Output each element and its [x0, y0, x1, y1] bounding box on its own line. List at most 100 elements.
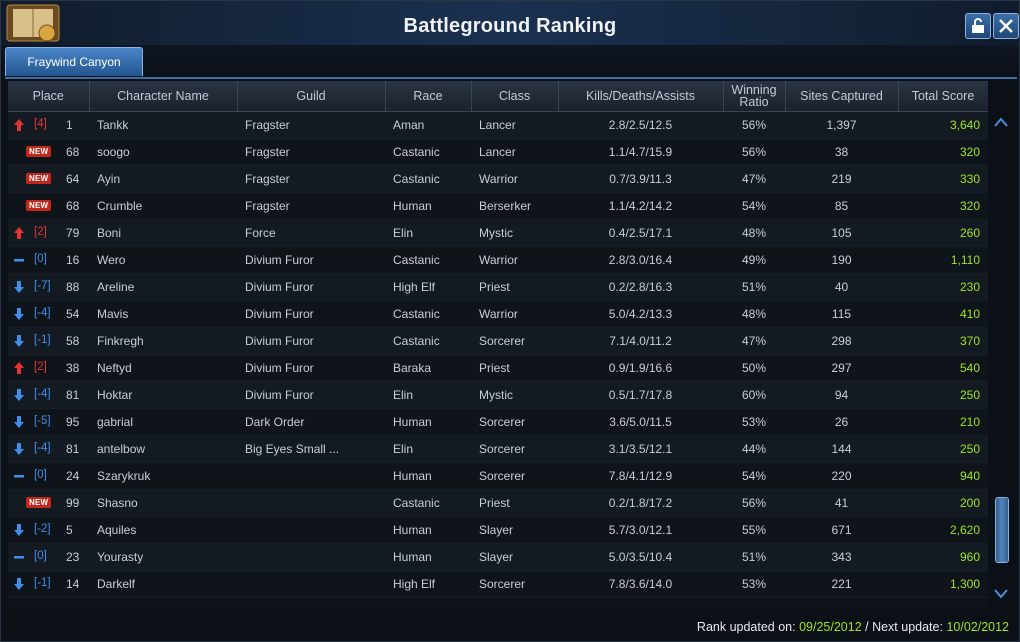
header-kda[interactable]: Kills/Deaths/Assists	[558, 81, 724, 112]
guild-cell: Fragster	[237, 138, 385, 166]
winning-ratio-cell: 51%	[723, 273, 785, 301]
kda-cell: 3.6/5.0/11.5	[558, 408, 723, 436]
class-cell: Warrior	[471, 165, 558, 193]
rank-change: [0]	[34, 469, 47, 481]
header-place[interactable]: Place	[8, 81, 90, 112]
winning-ratio-cell: 56%	[723, 138, 785, 166]
scroll-down-icon[interactable]	[994, 589, 1008, 599]
character-name-cell: Ayin	[89, 165, 237, 193]
table-row[interactable]: NEW 68 soogo Fragster Castanic Lancer 1.1/4.7/…	[8, 138, 988, 166]
rank-updated-label: Rank updated on:	[696, 620, 800, 634]
header-winning-ratio[interactable]: Winning Ratio	[723, 81, 786, 112]
sites-captured-cell: 40	[785, 273, 898, 301]
guild-cell: Divium Furor	[237, 381, 385, 409]
table-row[interactable]: NEW 99 Shasno Castanic Priest 0.2/1.8/17.2 56%…	[8, 489, 988, 517]
sites-captured-cell: 298	[785, 327, 898, 355]
table-row[interactable]: [2] 38 Neftyd Divium Furor Baraka Priest 0.9/1…	[8, 354, 988, 382]
winning-ratio-cell: 53%	[723, 408, 785, 436]
race-cell: Human	[385, 516, 471, 544]
table-row[interactable]: [-4] 81 antelbow Big Eyes Small ... Elin Sorc…	[8, 435, 988, 463]
character-name-cell: Mavis	[89, 300, 237, 328]
table-row[interactable]: [-1] 58 Finkregh Divium Furor Castanic Sorcer…	[8, 327, 988, 355]
kda-cell: 5.0/3.5/10.4	[558, 543, 723, 571]
sites-captured-cell: 85	[785, 192, 898, 220]
table-row[interactable]: [-4] 54 Mavis Divium Furor Castanic Warrior 5.…	[8, 300, 988, 328]
place-cell: [-5] 95	[8, 408, 89, 436]
sites-captured-cell: 219	[785, 165, 898, 193]
class-cell: Priest	[471, 489, 558, 517]
header-character-name[interactable]: Character Name	[89, 81, 238, 112]
winning-ratio-cell: 54%	[723, 462, 785, 490]
guild-cell: Big Eyes Small ...	[237, 435, 385, 463]
race-cell: Castanic	[385, 489, 471, 517]
place-number: 81	[66, 442, 80, 456]
table-row[interactable]: [-2] 5 Aquiles Human Slayer 5.7/3.0/12.1 55% 67…	[8, 516, 988, 544]
table-row[interactable]: [4] 1 Tankk Fragster Aman Lancer 2.8/2.5/12.5 5…	[8, 111, 988, 139]
guild-cell	[237, 516, 385, 544]
scrollbar[interactable]	[992, 111, 1010, 611]
table-row[interactable]: [-7] 88 Areline Divium Furor High Elf Priest 0…	[8, 273, 988, 301]
winning-ratio-cell: 48%	[723, 300, 785, 328]
character-name-cell: Wero	[89, 246, 237, 274]
kda-cell: 0.9/1.9/16.6	[558, 354, 723, 382]
table-row[interactable]: [-4] 81 Hoktar Divium Furor Elin Mystic 0.5/1.…	[8, 381, 988, 409]
kda-cell: 1.1/4.7/15.9	[558, 138, 723, 166]
race-cell: Human	[385, 543, 471, 571]
footer: Rank updated on: 09/25/2012 / Next updat…	[1, 613, 1019, 641]
rank-change: [-2]	[34, 523, 51, 535]
tab-fraywind-canyon[interactable]: Fraywind Canyon	[5, 47, 143, 76]
header-guild[interactable]: Guild	[237, 81, 386, 112]
table-row[interactable]: NEW 64 Ayin Fragster Castanic Warrior 0.7/3.9/…	[8, 165, 988, 193]
sites-captured-cell: 1,397	[785, 111, 898, 139]
arrow-down-icon	[14, 443, 24, 455]
arrow-down-icon	[14, 416, 24, 428]
sites-captured-cell: 38	[785, 138, 898, 166]
table-row[interactable]: [-5] 95 gabrial Dark Order Human Sorcerer 3.6/…	[8, 408, 988, 436]
class-cell: Slayer	[471, 543, 558, 571]
race-cell: Elin	[385, 435, 471, 463]
table-row[interactable]: [-1] 14 Darkelf High Elf Sorcerer 7.8/3.6/14.…	[8, 570, 988, 598]
place-number: 99	[66, 496, 80, 510]
table-row[interactable]: [0] 23 Yourasty Human Slayer 5.0/3.5/10.4 51% 3…	[8, 543, 988, 571]
kda-cell: 0.2/2.8/16.3	[558, 273, 723, 301]
scrollbar-thumb[interactable]	[995, 497, 1009, 563]
race-cell: Castanic	[385, 138, 471, 166]
header-sites-captured[interactable]: Sites Captured	[785, 81, 899, 112]
arrow-down-icon	[14, 524, 24, 536]
table-row[interactable]: NEW 68 Crumble Fragster Human Berserker 1.1/4.…	[8, 192, 988, 220]
scroll-up-icon[interactable]	[994, 117, 1008, 127]
class-cell: Priest	[471, 354, 558, 382]
title-bar: Battleground Ranking	[1, 1, 1019, 45]
place-cell: [-4] 54	[8, 300, 89, 328]
place-cell: [-4] 81	[8, 435, 89, 463]
guild-cell	[237, 462, 385, 490]
table-row[interactable]: [0] 24 Szarykruk Human Sorcerer 7.8/4.1/12.9 5…	[8, 462, 988, 490]
character-name-cell: Aquiles	[89, 516, 237, 544]
place-cell: NEW 64	[8, 165, 89, 193]
header-race[interactable]: Race	[385, 81, 472, 112]
guild-cell: Fragster	[237, 165, 385, 193]
place-number: 23	[66, 550, 80, 564]
rank-change: [-4]	[34, 442, 51, 454]
race-cell: Elin	[385, 219, 471, 247]
close-button[interactable]	[993, 13, 1019, 39]
guild-cell: Divium Furor	[237, 300, 385, 328]
lock-button[interactable]	[965, 13, 991, 39]
guild-cell: Divium Furor	[237, 246, 385, 274]
winning-ratio-cell: 54%	[723, 192, 785, 220]
place-number: 24	[66, 469, 80, 483]
winning-ratio-cell: 48%	[723, 219, 785, 247]
sites-captured-cell: 343	[785, 543, 898, 571]
header-total-score[interactable]: Total Score	[898, 81, 988, 112]
arrow-down-icon	[14, 578, 24, 590]
total-score-cell: 320	[898, 192, 988, 220]
place-cell: NEW 99	[8, 489, 89, 517]
tab-bar: Fraywind Canyon	[5, 45, 1017, 79]
table-row[interactable]: [2] 79 Boni Force Elin Mystic 0.4/2.5/17.1 48% 1…	[8, 219, 988, 247]
table-row[interactable]: [0] 16 Wero Divium Furor Castanic Warrior 2.8/…	[8, 246, 988, 274]
total-score-cell: 210	[898, 408, 988, 436]
place-cell: [2] 38	[8, 354, 89, 382]
rank-change: [0]	[34, 253, 47, 265]
arrow-down-icon	[14, 335, 24, 347]
header-class[interactable]: Class	[471, 81, 559, 112]
